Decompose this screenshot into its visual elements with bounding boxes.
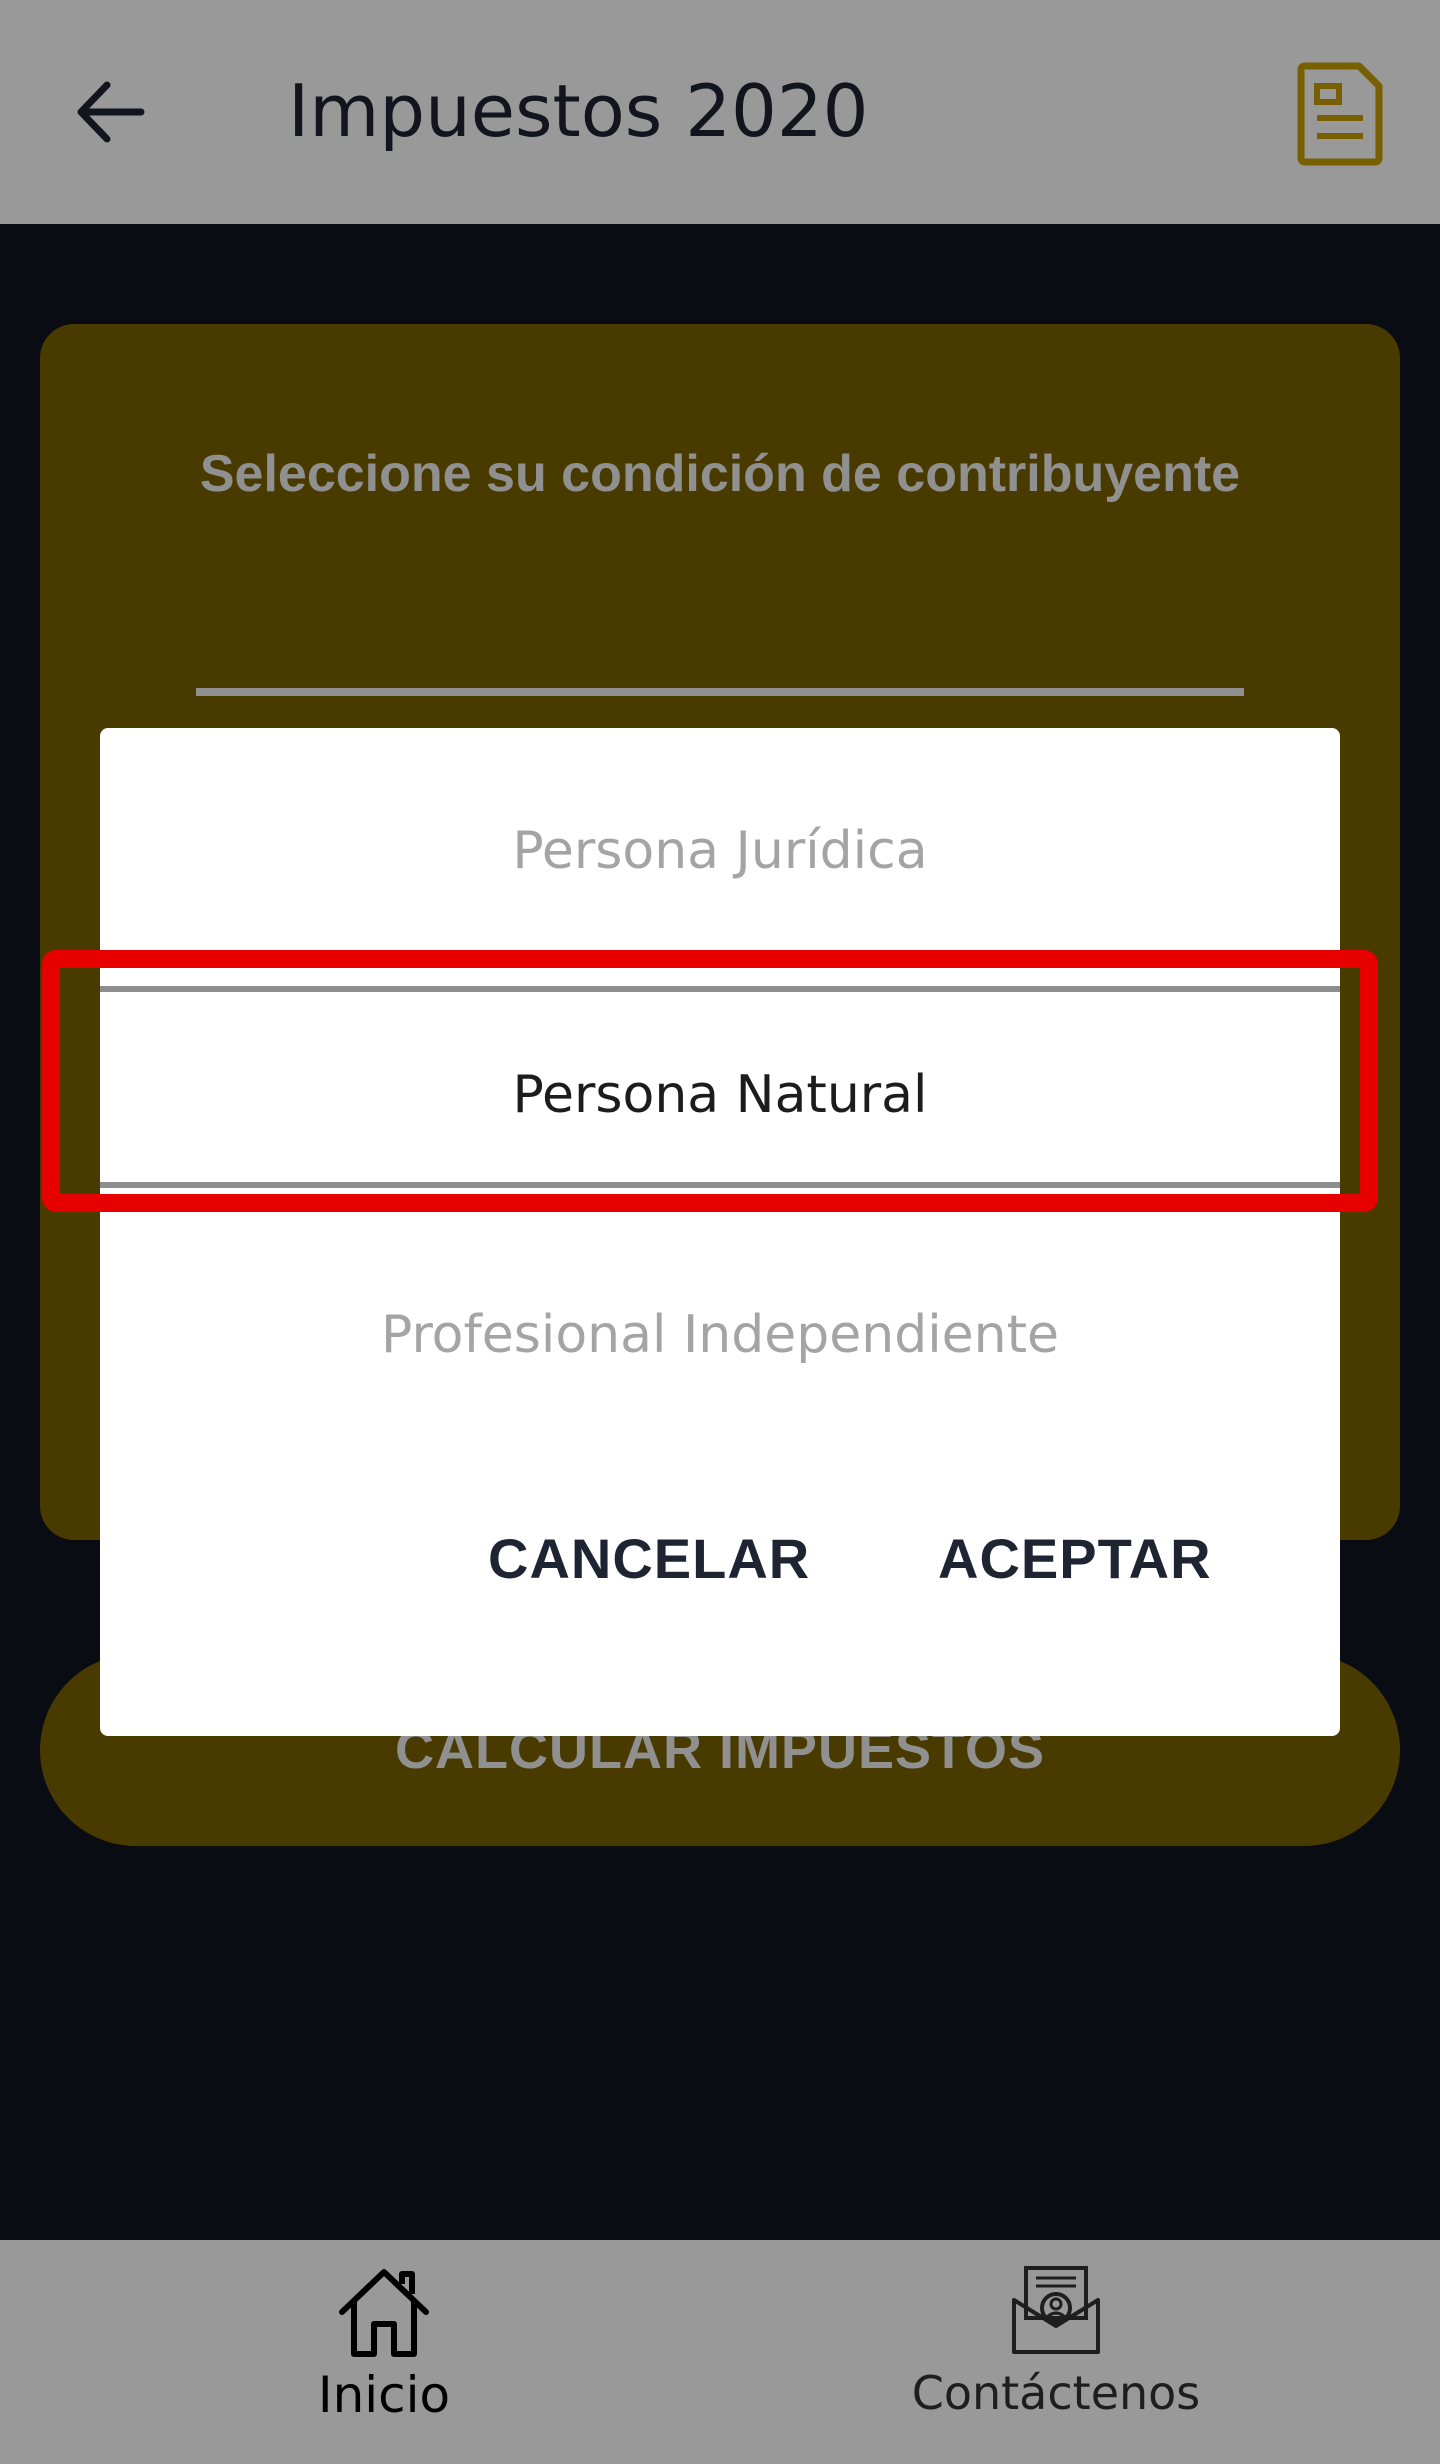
bottom-nav: Inicio Contáctenos bbox=[0, 2240, 1440, 2464]
option-profesional-independiente[interactable]: Profesional Independiente bbox=[100, 1300, 1340, 1370]
screen: Impuestos 2020 Seleccione su condición d… bbox=[0, 0, 1440, 2464]
accept-button[interactable]: ACEPTAR bbox=[938, 1518, 1212, 1598]
bottom-nav-dim bbox=[0, 2240, 1440, 2464]
cancel-button[interactable]: CANCELAR bbox=[488, 1518, 810, 1598]
option-persona-juridica[interactable]: Persona Jurídica bbox=[100, 816, 1340, 886]
selection-highlight bbox=[42, 950, 1378, 1212]
taxpayer-picker-dialog: Persona Jurídica Persona Natural Profesi… bbox=[100, 728, 1340, 1736]
